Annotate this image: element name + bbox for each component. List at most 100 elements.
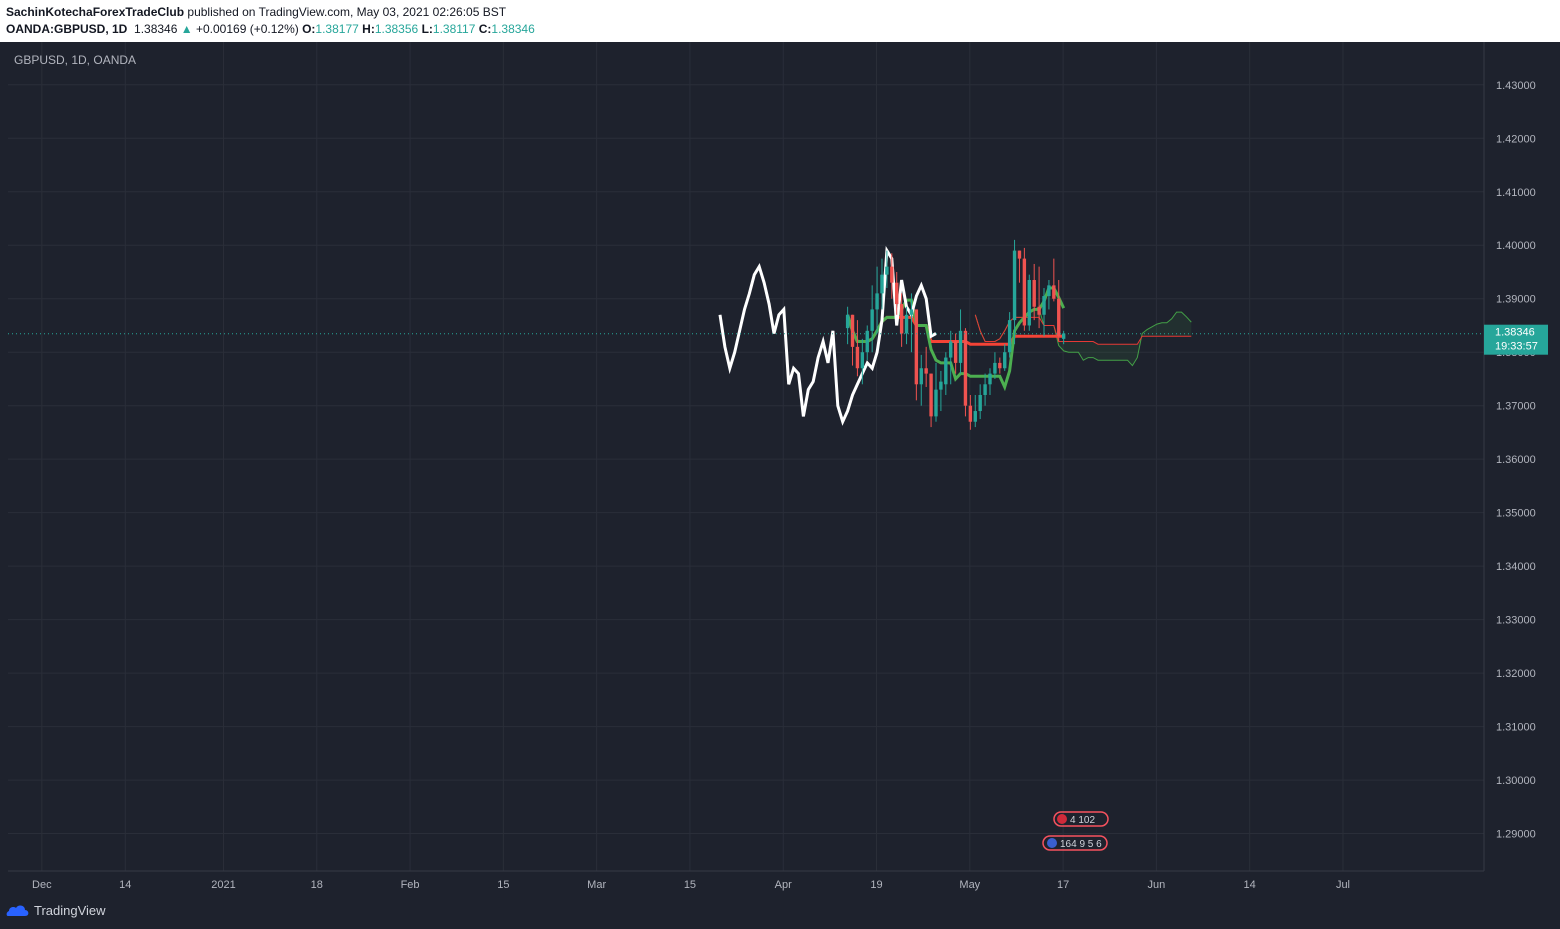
candle-body (929, 373, 933, 417)
time-tick-label: 14 (119, 879, 131, 891)
time-tick-label: Jul (1336, 879, 1350, 891)
candle-body (899, 304, 904, 334)
candle-body (895, 282, 899, 305)
price-axis-labels: 1.430001.420001.410001.400001.390001.380… (1496, 80, 1536, 841)
candle-body (963, 330, 968, 406)
high-value: 1.38356 (374, 22, 419, 36)
time-axis-labels: Dec 14 2021 18 Feb 15 Mar 15 Apr 19 May 17 Jun 14 Jul (32, 879, 1350, 891)
ohlc-info: OANDA:GBPUSD, 1D 1.38346 ▲ +0.00169 (+0.… (6, 22, 535, 36)
price-tick-label: 1.31000 (1496, 722, 1536, 734)
time-tick-label: Apr (775, 879, 792, 891)
price-chart[interactable]: 1.430001.420001.410001.400001.390001.380… (0, 42, 1560, 893)
candle-body (880, 274, 884, 294)
candle-body (958, 330, 963, 363)
candle-body (914, 309, 919, 385)
candle-body (924, 368, 928, 374)
chart-background (0, 42, 1560, 893)
candle-body (845, 314, 850, 329)
candle-body (978, 394, 982, 412)
candle-body (909, 309, 914, 315)
low-value: 1.38117 (432, 22, 476, 36)
candle-body (1032, 280, 1036, 307)
candle-body (993, 362, 997, 374)
candle-body (934, 389, 938, 417)
price-change: +0.00169 (+0.12%) (195, 22, 299, 36)
time-tick-label: 14 (1244, 879, 1256, 891)
publish-info: SachinKotechaForexTradeClub published on… (6, 5, 506, 19)
uk-events-count: 4 102 (1070, 815, 1095, 826)
price-tag-countdown: 19:33:57 (1495, 341, 1538, 353)
candle-body (1057, 298, 1061, 337)
candle-body (983, 384, 987, 395)
candle-body (1012, 250, 1017, 321)
candle-body (870, 309, 874, 331)
candle-body (1027, 280, 1031, 326)
candle-body (968, 405, 973, 422)
time-tick-label: 15 (684, 879, 696, 891)
price-tick-label: 1.43000 (1496, 80, 1536, 92)
candle-body (944, 357, 948, 385)
last-price-tag: 1.38346 19:33:57 (1484, 324, 1548, 355)
time-tick-label: 17 (1057, 879, 1069, 891)
snapshot-header: SachinKotechaForexTradeClub published on… (0, 0, 1560, 42)
price-tick-label: 1.42000 (1496, 133, 1536, 145)
candle-body (939, 381, 943, 390)
time-tick-label: Feb (401, 879, 420, 891)
price-tick-label: 1.40000 (1496, 240, 1536, 252)
author-name[interactable]: SachinKotechaForexTradeClub (6, 5, 184, 19)
chart-symbol-label: GBPUSD, 1D, OANDA (14, 53, 136, 67)
price-tick-label: 1.32000 (1496, 668, 1536, 680)
us-flag-icon (1047, 838, 1057, 848)
tradingview-snapshot: SachinKotechaForexTradeClub published on… (0, 0, 1560, 929)
candle-body (885, 266, 889, 275)
price-tick-label: 1.36000 (1496, 454, 1536, 466)
tradingview-brand[interactable]: TradingView (34, 903, 106, 918)
close-value: 1.38346 (491, 22, 535, 36)
candle-body (1052, 285, 1056, 299)
price-tick-label: 1.33000 (1496, 615, 1536, 627)
time-tick-label: 18 (311, 879, 323, 891)
time-tick-label: 19 (870, 879, 882, 891)
close-label: C: (478, 22, 492, 36)
candle-body (973, 411, 977, 422)
candle-body (904, 314, 909, 334)
candle-body (890, 266, 894, 283)
candle-body (998, 362, 1002, 369)
published-text: published on TradingView.com, May 03, 20… (187, 5, 507, 19)
us-events-count: 164 9 5 6 (1060, 839, 1102, 850)
price-tick-label: 1.37000 (1496, 401, 1536, 413)
time-tick-label: 15 (497, 879, 509, 891)
candle-body (1003, 352, 1007, 369)
candle-body (1047, 285, 1051, 297)
tradingview-logo-icon[interactable] (6, 902, 30, 920)
price-tick-label: 1.30000 (1496, 775, 1536, 787)
candle-body (855, 346, 860, 369)
open-label: O: (302, 22, 316, 36)
candle-body (1037, 306, 1041, 315)
candle-body (953, 341, 958, 363)
high-label: H: (362, 22, 375, 36)
price-tick-label: 1.41000 (1496, 187, 1536, 199)
time-tick-label: 2021 (211, 879, 235, 891)
up-arrow-icon: ▲ (180, 22, 193, 36)
snapshot-footer: TradingView (0, 893, 1560, 929)
last-price: 1.38346 (134, 22, 178, 36)
price-tag-value: 1.38346 (1495, 327, 1535, 339)
candle-body (860, 352, 865, 369)
low-label: L: (421, 22, 433, 36)
candle-body (850, 314, 855, 347)
open-value: 1.38177 (315, 22, 359, 36)
uk-flag-icon (1057, 814, 1067, 824)
candle-body (919, 368, 923, 385)
price-tick-label: 1.29000 (1496, 829, 1536, 841)
candle-body (949, 341, 953, 358)
candle-body (1007, 320, 1012, 353)
time-tick-label: Dec (32, 879, 52, 891)
price-tick-label: 1.34000 (1496, 561, 1536, 573)
time-tick-label: Jun (1148, 879, 1166, 891)
candle-body (875, 293, 879, 310)
price-tick-label: 1.39000 (1496, 294, 1536, 306)
candle-body (1061, 333, 1066, 339)
symbol-label: OANDA:GBPUSD, 1D (6, 22, 128, 36)
candle-body (1042, 296, 1046, 315)
